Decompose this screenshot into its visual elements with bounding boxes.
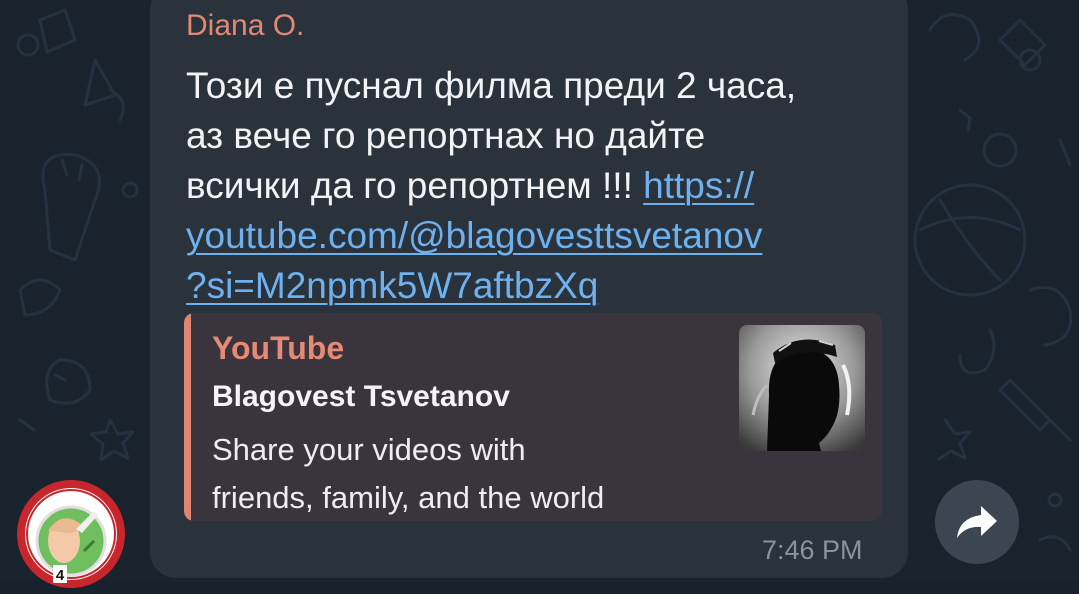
link-preview-description-line: Share your videos with xyxy=(212,432,526,467)
message-line-with-link: всички да го репортнем !!! https:// xyxy=(186,161,876,211)
link-preview[interactable]: YouTube Blagovest Tsvetanov Share your v… xyxy=(184,313,882,521)
link-preview-accent-bar xyxy=(184,313,191,521)
link-preview-description: Share your videos with friends, family, … xyxy=(212,426,604,521)
group-avatar-icon: 4 xyxy=(17,480,125,588)
message-time: 7:46 PM xyxy=(762,535,863,565)
message-link-line: youtube.com/@blagovesttsvetanov xyxy=(186,211,876,261)
message-text: Този е пуснал филма преди 2 часа, аз веч… xyxy=(186,61,876,311)
link-preview-thumbnail[interactable] xyxy=(739,325,865,451)
message-link-line: ?si=M2npmk5W7aftbzXq xyxy=(186,261,876,311)
forward-button[interactable] xyxy=(935,480,1019,564)
svg-text:4: 4 xyxy=(56,567,65,584)
forward-arrow-icon xyxy=(957,506,997,538)
message-link[interactable]: youtube.com/@blagovesttsvetanov xyxy=(186,215,762,256)
message-line: всички да го репортнем !!! xyxy=(186,165,644,206)
message-line: аз вече го репортнах но дайте xyxy=(186,115,706,156)
sender-avatar[interactable]: 4 xyxy=(16,479,126,589)
message-line: Този е пуснал филма преди 2 часа, xyxy=(186,65,797,106)
sender-name[interactable]: Diana O. xyxy=(186,8,304,44)
link-preview-site-name: YouTube xyxy=(212,330,345,366)
message-link[interactable]: https:// xyxy=(643,165,754,206)
link-preview-title: Blagovest Tsvetanov xyxy=(212,380,510,413)
message-link[interactable]: ?si=M2npmk5W7aftbzXq xyxy=(186,265,598,306)
profile-silhouette-icon xyxy=(739,325,865,451)
link-preview-description-line: friends, family, and the world xyxy=(212,480,605,515)
